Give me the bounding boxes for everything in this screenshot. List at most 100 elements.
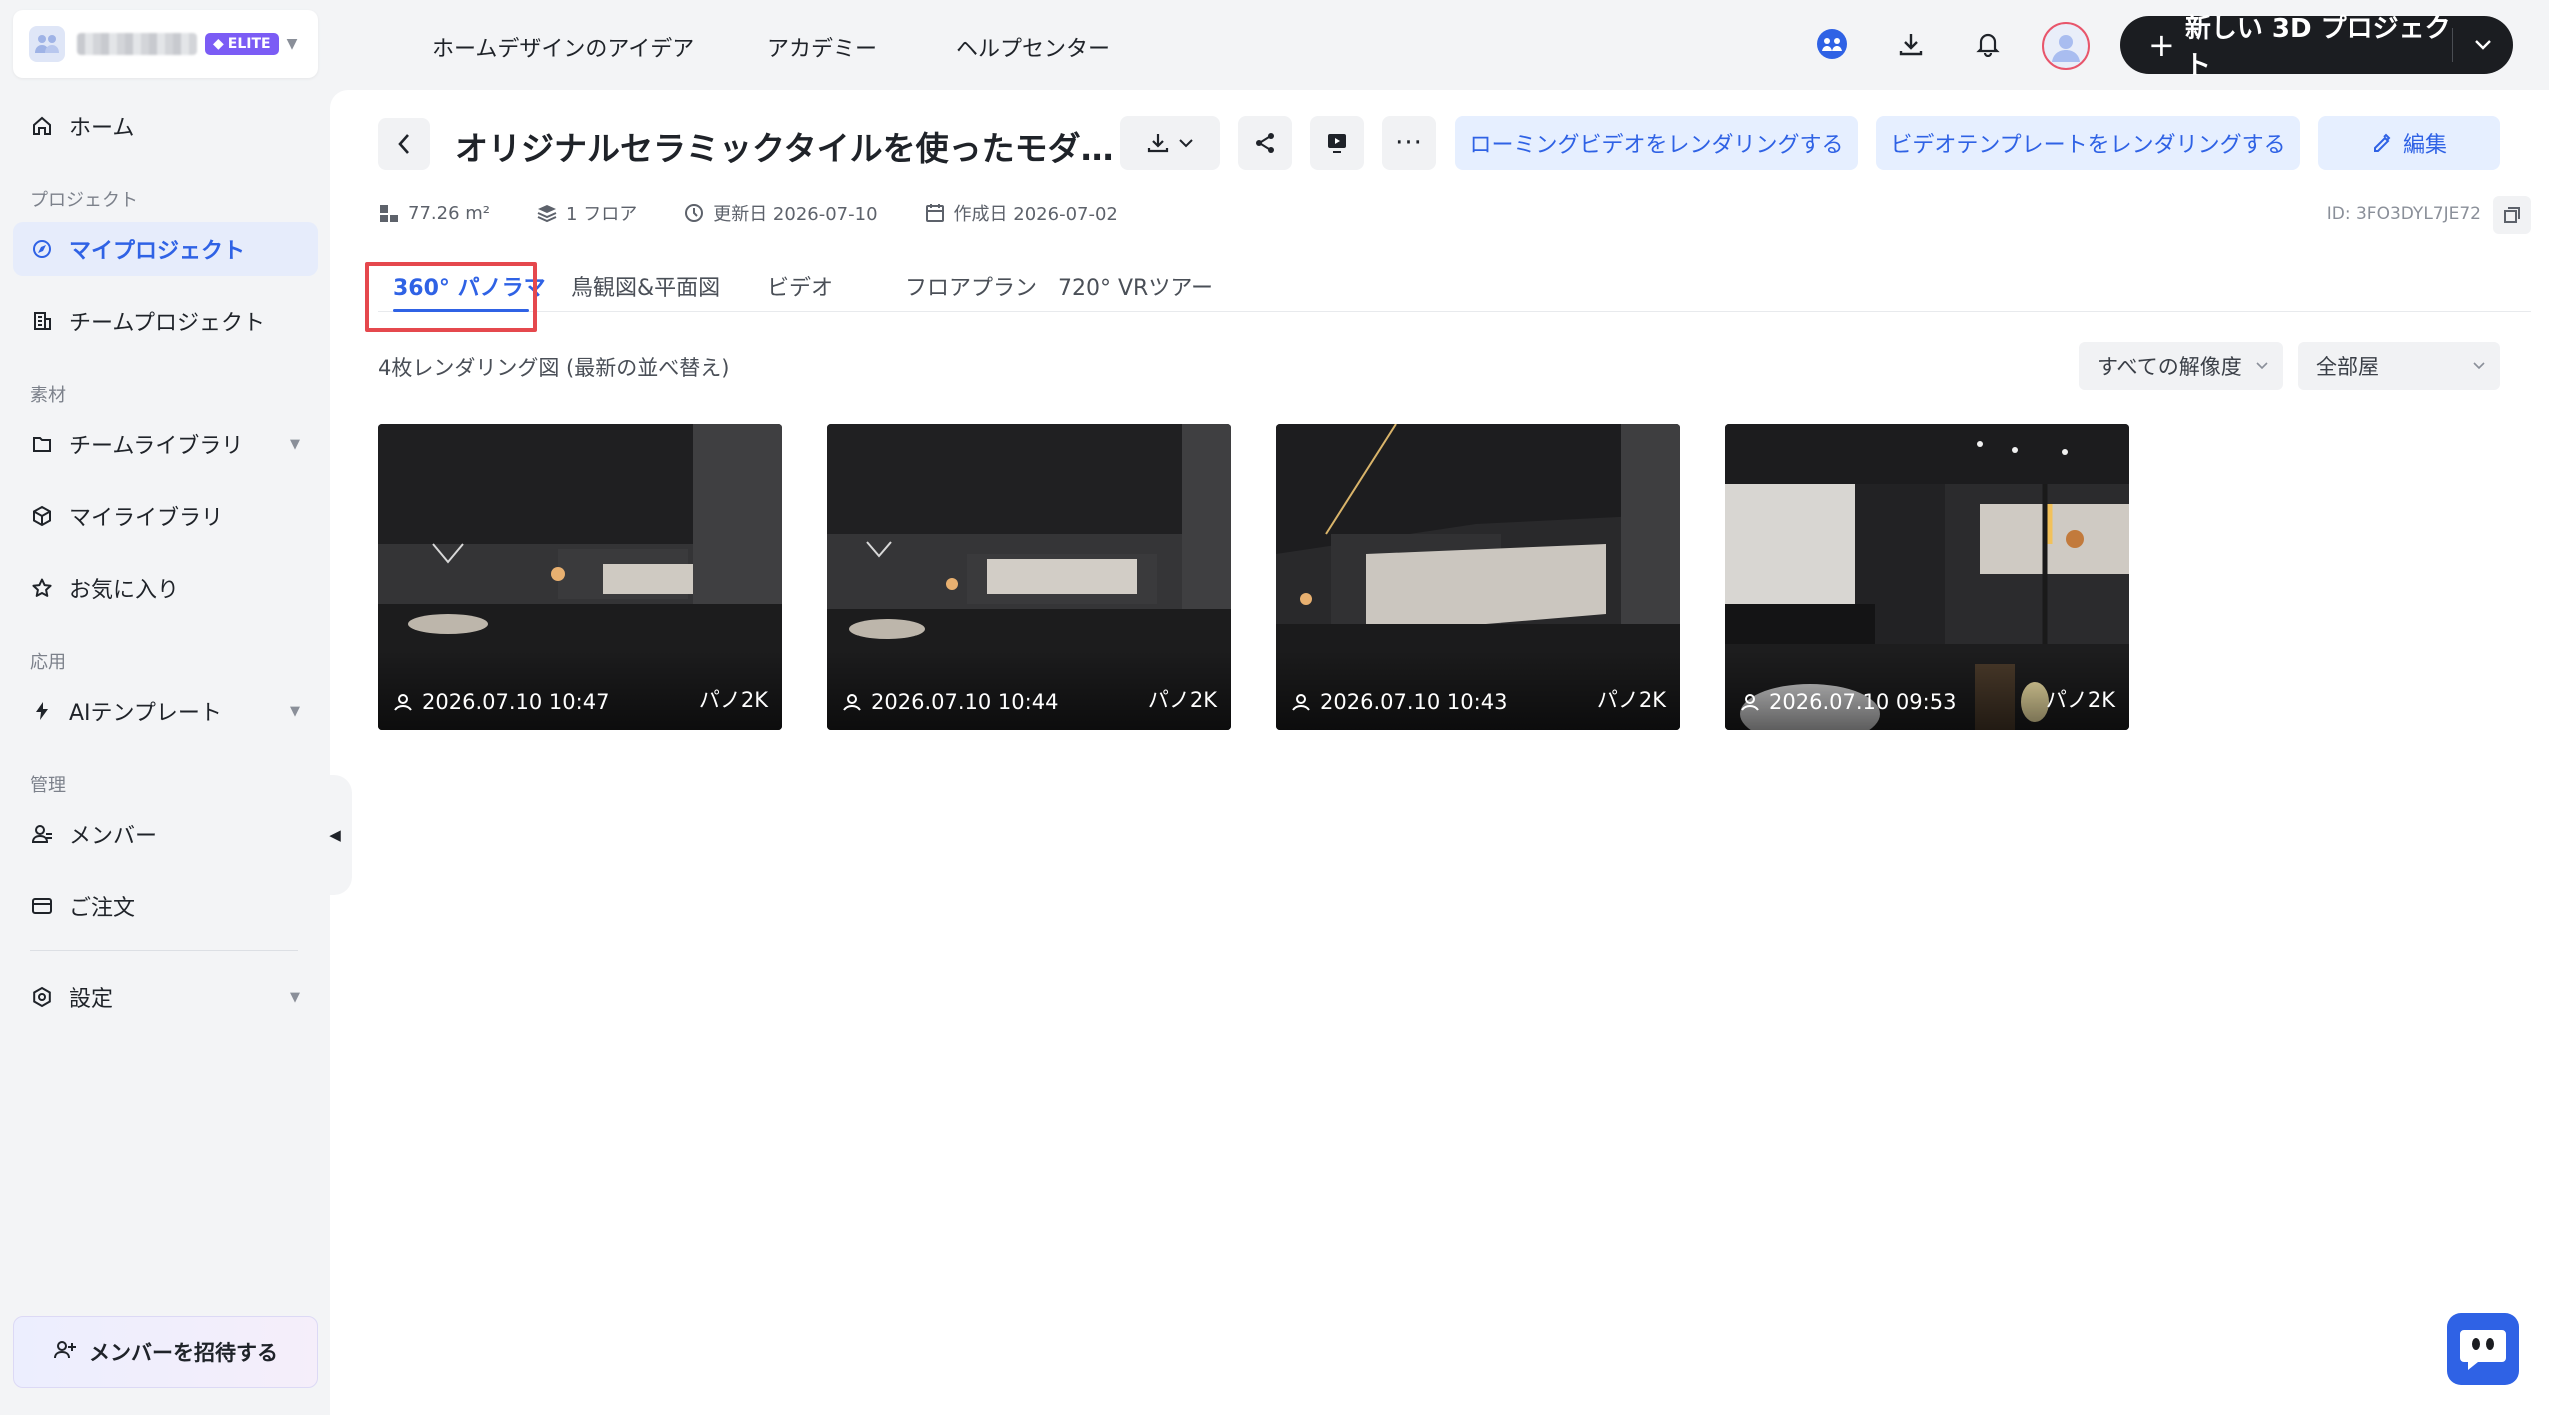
new-project-label: 新しい 3D プロジェクト bbox=[2184, 14, 2451, 81]
user-avatar[interactable] bbox=[2042, 22, 2090, 70]
main-panel: オリジナルセラミックタイルを使ったモダ… ··· ローミングビデオをレンダリング… bbox=[330, 90, 2549, 1415]
room-filter[interactable]: 全部屋 bbox=[2298, 342, 2500, 390]
render-roaming-video-button[interactable]: ローミングビデオをレンダリングする bbox=[1455, 116, 1858, 170]
card-date: 2026.07.10 10:44 bbox=[841, 690, 1058, 714]
card-resolution: パノ2K bbox=[1596, 688, 1666, 712]
sidebar-item-team-projects[interactable]: チームプロジェクト bbox=[13, 294, 318, 348]
community-icon[interactable] bbox=[1812, 24, 1852, 64]
edit-button[interactable]: 編集 bbox=[2318, 116, 2500, 170]
layers-icon bbox=[537, 205, 557, 223]
user-group-icon bbox=[29, 821, 55, 847]
back-button[interactable] bbox=[378, 118, 430, 170]
presentation-button[interactable] bbox=[1310, 116, 1364, 170]
lightning-icon bbox=[29, 698, 55, 724]
nav-link-help-center[interactable]: ヘルプセンター bbox=[956, 31, 1110, 63]
chevron-down-icon bbox=[2473, 362, 2485, 370]
plus-icon: + bbox=[2148, 26, 2175, 64]
location-pin-icon bbox=[394, 694, 412, 711]
panorama-card[interactable]: 2026.07.10 10:43 パノ2K bbox=[1276, 424, 1680, 730]
caret-down-icon: ▼ bbox=[286, 36, 298, 52]
section-label-apps: 応用 bbox=[30, 652, 66, 673]
panorama-card[interactable]: 2026.07.10 09:53 パノ2K bbox=[1725, 424, 2129, 730]
updated-value: 更新日 2026-07-10 bbox=[713, 204, 878, 225]
card-icon bbox=[29, 893, 55, 919]
chevron-down-icon[interactable] bbox=[2453, 39, 2513, 51]
area-value: 77.26 m² bbox=[408, 202, 491, 224]
panorama-card[interactable]: 2026.07.10 10:44 パノ2K bbox=[827, 424, 1231, 730]
elite-badge: ◆ ELITE bbox=[205, 33, 279, 55]
sidebar: ◆ ELITE ▼ ホーム プロジェクト マイプロジェクト チームプロジェクト … bbox=[0, 0, 330, 1415]
render-video-template-button[interactable]: ビデオテンプレートをレンダリングする bbox=[1876, 116, 2300, 170]
card-date-text: 2026.07.10 09:53 bbox=[1769, 690, 1957, 714]
card-date: 2026.07.10 09:53 bbox=[1739, 690, 1956, 714]
chat-bot-icon bbox=[2460, 1330, 2506, 1370]
cube-icon bbox=[29, 503, 55, 529]
sidebar-item-settings[interactable]: 設定 ▼ bbox=[13, 970, 318, 1024]
tab-720-vr-tour[interactable]: 720° VRツアー bbox=[1058, 270, 1213, 302]
render-count-label: 4枚レンダリング図 (最新の並べ替え) bbox=[378, 356, 730, 380]
sidebar-item-team-library[interactable]: チームライブラリ ▼ bbox=[13, 417, 318, 471]
calendar-icon bbox=[925, 204, 944, 222]
sidebar-label: お気に入り bbox=[69, 578, 180, 603]
resolution-filter[interactable]: すべての解像度 bbox=[2079, 342, 2283, 390]
sidebar-item-my-projects[interactable]: マイプロジェクト bbox=[13, 222, 318, 276]
sidebar-label: マイライブラリ bbox=[69, 506, 224, 531]
tab-floor-plan[interactable]: フロアプラン bbox=[905, 270, 1037, 302]
download-dropdown-button[interactable] bbox=[1120, 116, 1220, 170]
page-title: オリジナルセラミックタイルを使ったモダ… bbox=[455, 129, 1114, 168]
elite-badge-label: ELITE bbox=[227, 36, 271, 52]
sidebar-label: ホーム bbox=[69, 116, 135, 141]
download-icon[interactable] bbox=[1891, 24, 1931, 64]
created-value: 作成日 2026-07-02 bbox=[953, 204, 1118, 225]
card-date: 2026.07.10 10:43 bbox=[1290, 690, 1507, 714]
nav-link-academy[interactable]: アカデミー bbox=[767, 31, 877, 63]
invite-label: メンバーを招待する bbox=[89, 1341, 278, 1365]
caret-down-icon: ▼ bbox=[290, 989, 300, 1005]
copy-icon bbox=[2504, 207, 2520, 223]
video-template-label: ビデオテンプレートをレンダリングする bbox=[1890, 133, 2286, 158]
collapse-sidebar-button[interactable]: ◀ bbox=[318, 775, 352, 895]
triangle-left-icon: ◀ bbox=[329, 826, 341, 844]
card-date-text: 2026.07.10 10:43 bbox=[1320, 690, 1508, 714]
sidebar-item-home[interactable]: ホーム bbox=[13, 99, 318, 153]
edit-icon bbox=[2373, 133, 2391, 152]
bell-icon[interactable] bbox=[1968, 24, 2008, 64]
card-resolution: パノ2K bbox=[698, 688, 768, 712]
sidebar-item-ai-templates[interactable]: AIテンプレート ▼ bbox=[13, 684, 318, 738]
sidebar-item-favorites[interactable]: お気に入り bbox=[13, 561, 318, 615]
sidebar-item-my-library[interactable]: マイライブラリ bbox=[13, 489, 318, 543]
invite-members-button[interactable]: メンバーを招待する bbox=[13, 1316, 318, 1388]
meta-floors: 1 フロア bbox=[536, 200, 637, 226]
chevron-down-icon bbox=[1179, 139, 1193, 148]
presentation-icon bbox=[1328, 134, 1346, 153]
tab-aerial-floorplan[interactable]: 鳥観図&平面図 bbox=[571, 270, 720, 302]
tab-video[interactable]: ビデオ bbox=[767, 270, 833, 302]
section-label-manage: 管理 bbox=[30, 775, 66, 796]
meta-created: 作成日 2026-07-02 bbox=[924, 200, 1118, 226]
roaming-video-label: ローミングビデオをレンダリングする bbox=[1469, 133, 1844, 158]
sidebar-label: ご注文 bbox=[69, 896, 136, 921]
meta-updated: 更新日 2026-07-10 bbox=[683, 200, 878, 226]
more-button[interactable]: ··· bbox=[1382, 116, 1436, 170]
sidebar-item-members[interactable]: メンバー bbox=[13, 807, 318, 861]
nav-link-design-ideas[interactable]: ホームデザインのアイデア bbox=[432, 31, 694, 63]
more-dots-icon: ··· bbox=[1395, 128, 1423, 158]
panorama-card[interactable]: 2026.07.10 10:47 パノ2K bbox=[378, 424, 782, 730]
chevron-left-icon bbox=[398, 134, 409, 154]
caret-down-icon: ▼ bbox=[290, 703, 300, 719]
clock-icon bbox=[685, 204, 704, 222]
share-button[interactable] bbox=[1238, 116, 1292, 170]
chevron-down-icon bbox=[2256, 362, 2268, 370]
new-3d-project-button[interactable]: + 新しい 3D プロジェクト bbox=[2120, 14, 2513, 81]
diamond-icon: ◆ bbox=[213, 36, 224, 52]
sidebar-label: チームライブラリ bbox=[69, 434, 244, 459]
card-date-text: 2026.07.10 10:47 bbox=[422, 690, 610, 714]
workspace-switcher[interactable]: ◆ ELITE ▼ bbox=[13, 10, 318, 78]
chat-support-button[interactable] bbox=[2447, 1313, 2519, 1385]
caret-down-icon: ▼ bbox=[290, 436, 300, 452]
compass-icon bbox=[29, 236, 55, 262]
sidebar-label: マイプロジェクト bbox=[69, 239, 246, 264]
floors-value: 1 フロア bbox=[566, 204, 638, 225]
sidebar-item-orders[interactable]: ご注文 bbox=[13, 879, 318, 933]
copy-id-button[interactable] bbox=[2493, 196, 2531, 234]
